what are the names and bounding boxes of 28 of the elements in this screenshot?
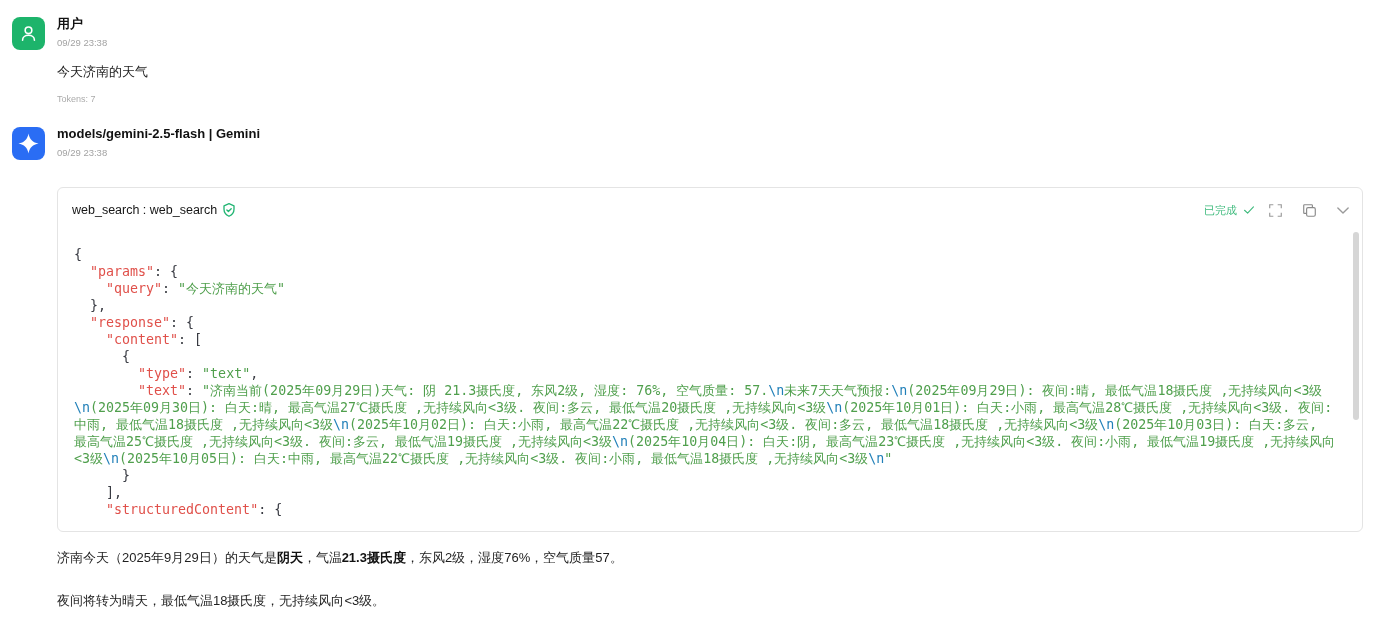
sparkle-avatar-icon	[12, 127, 45, 160]
code-line: "query": "今天济南的天气"	[106, 281, 286, 296]
author-name: models/gemini-2.5-flash | Gemini	[57, 125, 261, 143]
code-line: "params": {	[90, 264, 179, 279]
copy-icon[interactable]	[1303, 203, 1316, 217]
code-line: },	[90, 298, 107, 313]
chevron-down-icon[interactable]	[1337, 206, 1349, 214]
code-line: "structuredContent": {	[106, 502, 283, 517]
author-name: 用户	[57, 15, 83, 33]
tool-name: web_search : web_search	[72, 203, 218, 217]
message-text: 今天济南的天气	[57, 63, 148, 81]
code-line: "content": [	[106, 332, 203, 347]
token-count: Tokens: 7	[57, 93, 96, 106]
code-line: ],	[106, 485, 123, 500]
message-time: 09/29 23:38	[57, 36, 108, 50]
message-time: 09/29 23:38	[57, 146, 108, 160]
code-line: "response": {	[90, 315, 195, 330]
answer-paragraph: 济南今天（2025年9月29日）的天气是阴天，气温21.3摄氏度，东风2级，湿度76%，空气质量57。	[57, 549, 623, 567]
code-line: "type": "text",	[138, 366, 259, 381]
code-line: {	[74, 247, 82, 262]
status-label: 已完成	[1204, 202, 1237, 218]
code-line: {	[122, 349, 131, 364]
person-avatar-icon	[12, 17, 45, 50]
code-line: }	[122, 468, 131, 483]
fullscreen-icon[interactable]	[1269, 203, 1282, 217]
answer-paragraph: 夜间将转为晴天，最低气温18摄氏度，无持续风向<3级。	[57, 592, 386, 610]
code-line: "text": "济南当前(2025年09月29日)天气: 阴 21.3摄氏度, 东风2级, 湿度: 76%, 空气质量: 57.\n未来7天天气预报:\n(2025年09月29日): 夜间:晴, 最低气温18摄氏度 ,无持续风向<3级\n(2025年09月30日): 白天:晴, 最高气温27℃摄氏度 ,无持续风向<3级. 夜间:多云, 最低气温20摄氏度 ,无持续风向<3级\n(2025年10月01日): 白天:小雨, 最高气温28℃摄氏度 ,无持续风向<3级. 夜间:中雨, 最低气温18摄氏度 ,无持续风向<3级\n(2025年10月02日): 白天:小雨, 最高气温22℃摄氏度 ,无持续风向<3级. 夜间:多云, 最低气温18摄氏度 ,无持续风向<3级\n(2025年10月03日): 白天:多云, 最高气温25℃摄氏度 ,无持续风向<3级. 夜间:多云, 最低气温19摄氏度 ,无持续风向<3级\n(2025年10月04日): 白天:阴, 最高气温23℃摄氏度 ,无持续风向<3级. 夜间:小雨, 最低气温19摄氏度 ,无持续风向<3级\n(2025年10月05日): 白天:中雨, 最高气温22℃摄氏度 ,无持续风向<3级. 夜间:小雨, 最低气温18摄氏度 ,无持续风向<3级\n"	[74, 383, 1336, 466]
scrollbar-thumb[interactable]	[1353, 232, 1359, 420]
